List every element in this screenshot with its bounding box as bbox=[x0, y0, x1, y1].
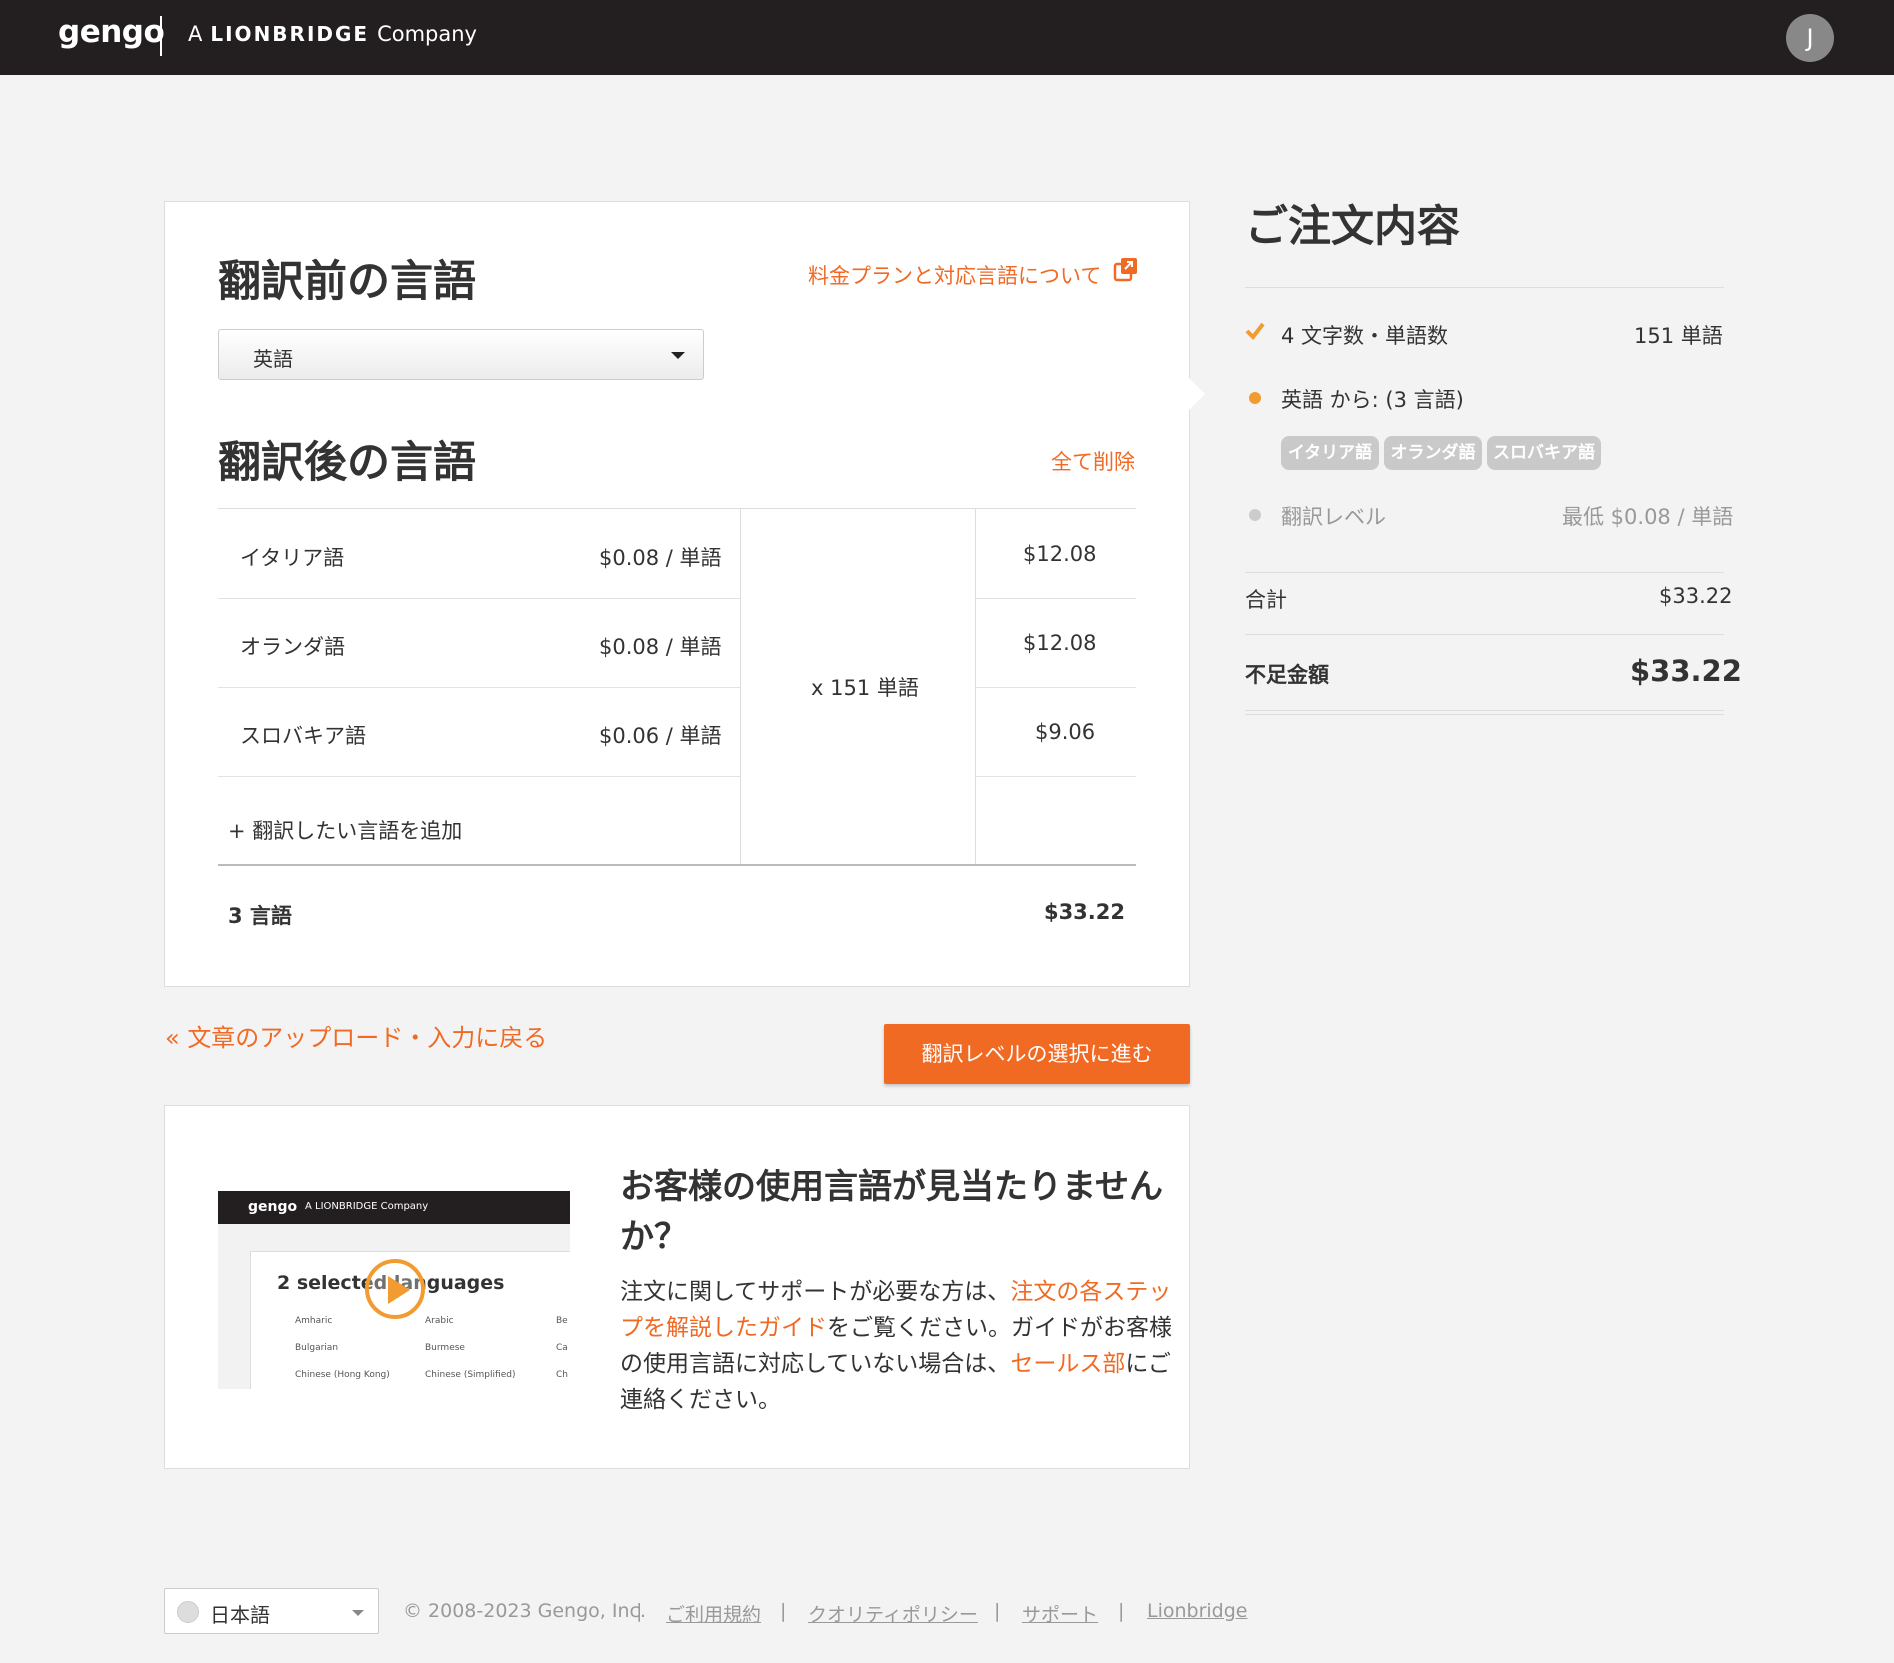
copyright: © 2008-2023 Gengo, Inc. bbox=[403, 1600, 646, 1622]
source-language-value: 英語 bbox=[253, 347, 293, 371]
source-language-select[interactable]: 英語 bbox=[218, 329, 704, 380]
help-title: お客様の使用言語が見当たりませんか？ bbox=[620, 1167, 1163, 1257]
pricing-link[interactable]: 料金プランと対応言語について bbox=[808, 260, 1101, 290]
row-rate: $0.06 / 単語 bbox=[599, 724, 722, 748]
video-item: Ca bbox=[556, 1343, 568, 1353]
footer-separator: | bbox=[636, 1600, 643, 1622]
back-to-upload-link[interactable]: « 文章のアップロード・入力に戻る bbox=[165, 1018, 547, 1053]
card-pointer bbox=[1189, 378, 1205, 410]
source-summary-label: 英語 から: (3 言語) bbox=[1281, 388, 1464, 412]
row-divider bbox=[218, 776, 740, 777]
tagline-brand: LIONBRIDGE bbox=[210, 22, 370, 46]
footer-separator: | bbox=[1118, 1600, 1125, 1622]
clear-all-link[interactable]: 全て削除 bbox=[1051, 446, 1135, 476]
source-language-title: 翻訳前の言語 bbox=[218, 257, 476, 307]
logo-divider bbox=[160, 16, 162, 56]
order-summary-title: ご注文内容 bbox=[1245, 202, 1460, 252]
level-label: 翻訳レベル bbox=[1281, 505, 1386, 529]
total-value: $33.22 bbox=[1659, 584, 1733, 608]
pending-step-dot bbox=[1249, 509, 1261, 521]
row-subtotal: $9.06 bbox=[1035, 720, 1096, 744]
table-bottom-rule bbox=[218, 864, 1136, 866]
tutorial-video[interactable]: gengo A LIONBRIDGE Company 2 selected la… bbox=[218, 1191, 570, 1389]
lionbridge-link[interactable]: Lionbridge bbox=[1147, 1600, 1248, 1622]
video-item: Burmese bbox=[425, 1343, 465, 1353]
total-languages: 3 言語 bbox=[228, 904, 292, 928]
video-item: Bulgarian bbox=[295, 1343, 339, 1353]
next-step-button[interactable]: 翻訳レベルの選択に進む bbox=[884, 1024, 1190, 1084]
target-language-table: イタリア語 $0.08 / 単語 $12.08 オランダ語 $0.08 / 単語… bbox=[218, 508, 1136, 865]
language-selection-card: 翻訳前の言語 料金プランと対応言語について 英語 翻訳後の言語 全て削除 イタリ… bbox=[164, 201, 1190, 987]
chevron-down-icon bbox=[352, 1610, 364, 1616]
word-multiplier: x 151 単語 bbox=[811, 676, 919, 700]
column-divider bbox=[740, 509, 741, 865]
support-link[interactable]: サポート bbox=[1022, 1600, 1098, 1627]
video-item: Be bbox=[556, 1316, 568, 1326]
site-language-value: 日本語 bbox=[210, 1603, 270, 1627]
row-divider bbox=[975, 776, 1136, 777]
footer-separator: | bbox=[780, 1600, 787, 1622]
summary-divider bbox=[1245, 287, 1724, 288]
help-text: 注文に関してサポートが必要な方は、 bbox=[620, 1279, 1011, 1305]
external-link-icon[interactable] bbox=[1113, 256, 1139, 282]
footer-separator: | bbox=[994, 1600, 1001, 1622]
row-rate: $0.08 / 単語 bbox=[599, 546, 722, 570]
video-item: Chinese (Hong Kong) bbox=[295, 1370, 390, 1380]
summary-divider bbox=[1245, 710, 1724, 711]
row-divider bbox=[218, 687, 740, 688]
level-value: 最低 $0.08 / 単語 bbox=[1562, 505, 1734, 529]
user-avatar[interactable]: J bbox=[1786, 14, 1834, 62]
summary-divider bbox=[1245, 634, 1724, 635]
row-subtotal: $12.08 bbox=[1023, 542, 1097, 566]
total-label: 合計 bbox=[1245, 588, 1287, 612]
video-header-bar: gengo A LIONBRIDGE Company bbox=[218, 1191, 570, 1224]
word-count-value: 151 単語 bbox=[1634, 324, 1723, 348]
help-card: gengo A LIONBRIDGE Company 2 selected la… bbox=[164, 1105, 1190, 1469]
globe-icon bbox=[177, 1601, 199, 1623]
sales-link[interactable]: セールス部 bbox=[1010, 1351, 1125, 1377]
help-body: 注文に関してサポートが必要な方は、注文の各ステップを解説したガイドをご覧ください… bbox=[620, 1274, 1176, 1418]
language-pill: スロバキア語 bbox=[1487, 436, 1601, 470]
word-count-label: 4 文字数・単語数 bbox=[1281, 324, 1449, 348]
video-item: Chinese (Simplified) bbox=[425, 1370, 516, 1380]
row-divider bbox=[975, 687, 1136, 688]
tagline-a: A bbox=[188, 22, 203, 46]
play-icon[interactable] bbox=[365, 1259, 425, 1319]
row-divider bbox=[975, 598, 1136, 599]
video-item: Arabic bbox=[425, 1316, 454, 1326]
video-tagline: A LIONBRIDGE Company bbox=[305, 1201, 429, 1212]
language-pill: イタリア語 bbox=[1281, 436, 1379, 470]
terms-link[interactable]: ご利用規約 bbox=[666, 1600, 761, 1627]
balance-label: 不足金額 bbox=[1245, 663, 1329, 687]
play-triangle bbox=[388, 1276, 410, 1304]
total-amount: $33.22 bbox=[1043, 900, 1125, 924]
video-item: Amharic bbox=[295, 1316, 333, 1326]
tagline-company: Company bbox=[377, 22, 477, 46]
summary-divider bbox=[1245, 572, 1724, 573]
checkmark-icon bbox=[1245, 322, 1265, 341]
current-step-dot bbox=[1249, 392, 1261, 404]
target-language-title: 翻訳後の言語 bbox=[218, 438, 476, 488]
add-language-link[interactable]: + 翻訳したい言語を追加 bbox=[228, 815, 462, 845]
video-logo: gengo bbox=[248, 1199, 298, 1215]
chevron-down-icon bbox=[671, 352, 685, 359]
row-language: スロバキア語 bbox=[240, 724, 366, 748]
row-language: オランダ語 bbox=[240, 635, 345, 659]
top-bar: gengo A LIONBRIDGE Company J bbox=[0, 0, 1894, 75]
row-divider bbox=[218, 598, 740, 599]
quality-policy-link[interactable]: クオリティポリシー bbox=[808, 1600, 978, 1627]
gengo-logo[interactable]: gengo bbox=[58, 14, 165, 50]
site-language-select[interactable]: 日本語 bbox=[164, 1588, 379, 1634]
lionbridge-tagline: A LIONBRIDGE Company bbox=[188, 22, 477, 46]
video-item: Ch bbox=[556, 1370, 568, 1380]
row-language: イタリア語 bbox=[240, 546, 345, 570]
summary-divider bbox=[1245, 714, 1724, 715]
language-pill: オランダ語 bbox=[1384, 436, 1482, 470]
row-subtotal: $12.08 bbox=[1023, 631, 1097, 655]
balance-value: $33.22 bbox=[1630, 654, 1742, 688]
row-rate: $0.08 / 単語 bbox=[599, 635, 722, 659]
